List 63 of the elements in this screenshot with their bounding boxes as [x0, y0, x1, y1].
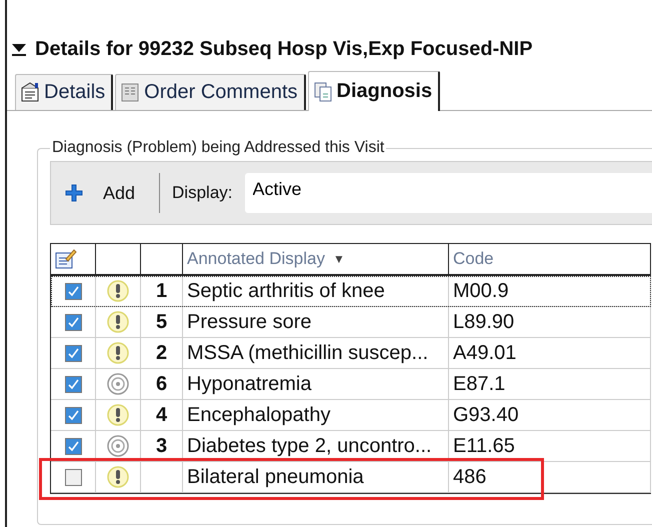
tab[interactable]: Order Comments	[115, 74, 306, 110]
table-cell: L89.90	[453, 310, 514, 334]
target-icon	[107, 435, 129, 457]
checkbox[interactable]	[64, 406, 82, 424]
table-cell: Hyponatremia	[187, 372, 312, 396]
exclamation-icon	[107, 280, 129, 302]
table-row[interactable]: 6 Hyponatremia E87.1	[51, 369, 651, 400]
row-number: 3	[156, 434, 168, 458]
exclamation-icon	[107, 404, 129, 426]
target-icon	[107, 373, 129, 395]
table-cell: Diabetes type 2, uncontro...	[187, 434, 432, 458]
checkbox[interactable]	[64, 468, 82, 486]
table-cell: G93.40	[453, 404, 519, 426]
display-label: Display:	[172, 183, 232, 203]
edit-list-icon[interactable]	[55, 249, 77, 269]
tab[interactable]: Diagnosis	[308, 71, 440, 111]
table-row[interactable]: 2 MSSA (methicillin suscep... A49.01	[51, 338, 651, 369]
check-icon	[66, 409, 80, 421]
collapse-icon[interactable]	[11, 41, 27, 57]
section-title: Details for 99232 Subseq Hosp Vis,Exp Focused-NIP	[35, 38, 533, 60]
table-cell: Septic arthritis of knee	[187, 280, 385, 302]
table-cell: M00.9	[453, 280, 509, 302]
tab[interactable]: Details	[15, 74, 114, 110]
check-icon	[66, 347, 80, 359]
check-icon	[66, 285, 80, 297]
table-row[interactable]: 3 Diabetes type 2, uncontro... E11.65	[51, 431, 651, 462]
row-number: 5	[156, 310, 168, 334]
column-header[interactable]: Code	[449, 244, 651, 274]
add-button[interactable]: Add	[65, 178, 144, 208]
checkbox[interactable]	[64, 376, 82, 392]
check-icon	[66, 378, 80, 390]
notes-icon	[120, 82, 140, 103]
column-header[interactable]: Annotated Display ▼	[183, 244, 449, 274]
row-number: 1	[156, 280, 168, 302]
checkbox[interactable]	[64, 282, 82, 300]
table-cell: Pressure sore	[187, 310, 312, 334]
display-field[interactable]: Active	[244, 173, 652, 213]
table-row[interactable]: 1 Septic arthritis of knee M00.9	[51, 276, 651, 307]
table-cell: 486	[453, 466, 486, 488]
table-row[interactable]: 4 Encephalopathy G93.40	[51, 400, 651, 431]
table-row[interactable]: Bilateral pneumonia 486	[51, 462, 651, 493]
checkbox[interactable]	[64, 344, 82, 362]
table-cell: Encephalopathy	[187, 404, 330, 426]
table-cell: E87.1	[453, 372, 506, 396]
table-cell: E11.65	[453, 434, 515, 458]
row-number: 2	[156, 342, 168, 364]
exclamation-icon	[107, 466, 129, 488]
table-cell: A49.01	[453, 342, 516, 364]
plus-icon	[65, 184, 83, 202]
group-legend: Diagnosis (Problem) being Addressed this Visit	[50, 139, 386, 157]
table-row[interactable]: 5 Pressure sore L89.90	[51, 307, 651, 338]
form-icon	[20, 82, 40, 103]
checkbox[interactable]	[64, 438, 82, 454]
check-icon	[66, 316, 80, 328]
table-cell: Bilateral pneumonia	[187, 466, 364, 488]
check-icon	[66, 440, 80, 452]
row-number: 4	[156, 404, 168, 426]
table-cell: MSSA (methicillin suscep...	[187, 342, 428, 364]
exclamation-icon	[107, 342, 129, 364]
exclamation-icon	[107, 311, 129, 333]
pages-icon	[312, 81, 333, 102]
checkbox[interactable]	[64, 314, 82, 330]
row-number: 6	[156, 372, 168, 396]
